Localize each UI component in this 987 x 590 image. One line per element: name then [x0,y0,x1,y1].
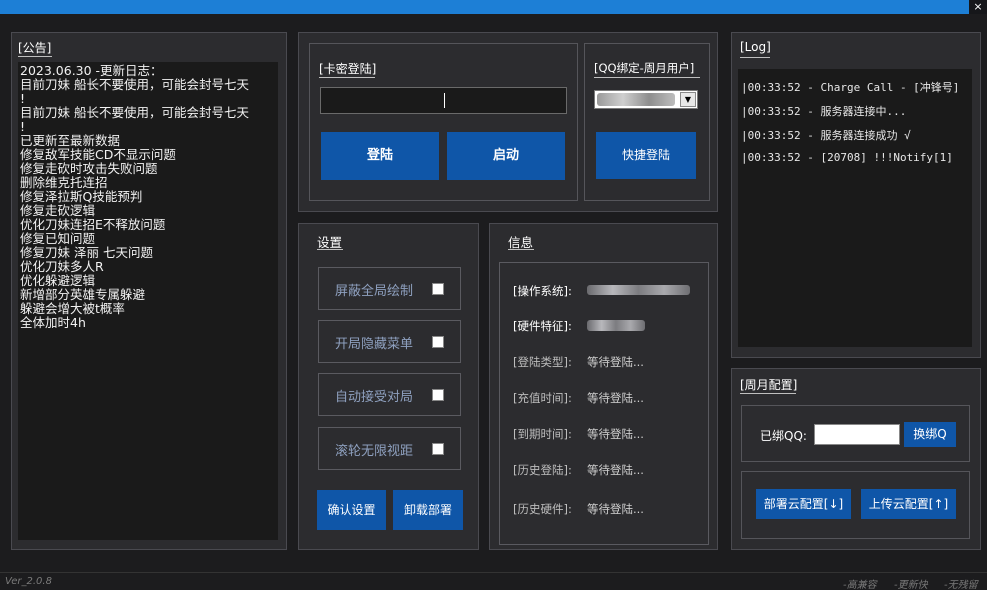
qq-bind-title-underline [594,77,700,78]
card-key-input[interactable] [320,87,567,114]
title-bar [0,0,987,14]
info-title-underline [508,249,534,250]
rebind-qq-button[interactable]: 换绑Q [904,422,956,447]
announcement-line: 删除维克托连招 [20,176,108,190]
card-login-title: [卡密登陆] [319,62,377,76]
announcement-line: 躲避会增大被t概率 [20,302,125,316]
announcement-line: 修复走砍逻辑 [20,204,96,218]
announcement-line: ! [20,120,26,134]
announcement-line: 优化躲避逻辑 [20,274,96,288]
monthly-config-title: [周月配置] [740,378,798,392]
close-button[interactable]: × [969,0,987,14]
qq-bind-title: [QQ绑定-周月用户] [594,61,695,75]
version-label: Ver_2.0.8 [5,576,52,587]
announcement-text[interactable]: 2023.06.30 -更新日志： 目前刀妹 船长不要使用，可能会封号七天! 目前刀… [18,62,278,540]
announcement-line: 修复刀妹 泽丽 七天问题 [20,246,153,260]
deploy-cloud-config-button[interactable]: 部署云配置[↓] [756,489,851,519]
announcement-title-underline [18,56,52,57]
settings-option[interactable]: 开局隐藏菜单 [318,320,461,363]
settings-option-label: 滚轮无限视距 [335,444,414,459]
bound-qq-input[interactable] [814,424,900,445]
announcement-line: 新增部分英雄专属躲避 [20,288,146,302]
settings-option-checkbox[interactable] [432,443,444,455]
log-line: |00:33:52 - [20708] !!!Notify[1] [741,151,953,164]
text-caret [444,93,445,108]
announcement-line: 修复走砍时攻击失败问题 [20,162,158,176]
uninstall-button[interactable]: 卸载部署 [393,490,463,530]
info-value: 等待登陆... [587,463,644,477]
log-line: |00:33:52 - 服务器连接中... [741,105,907,118]
announcement-line: 全体加时4h [20,316,86,330]
settings-option[interactable]: 屏蔽全局绘制 [318,267,461,310]
info-label: [硬件特征]: [513,319,572,333]
card-login-title-underline [319,77,375,78]
settings-option[interactable]: 滚轮无限视距 [318,427,461,470]
announcement-line: 修复已知问题 [20,232,96,246]
info-value: 等待登陆... [587,391,644,405]
announcement-line: 修复敌军技能CD不显示问题 [20,148,176,162]
settings-option-checkbox[interactable] [432,389,444,401]
log-title: [Log] [740,40,771,54]
settings-option-label: 屏蔽全局绘制 [335,284,414,299]
announcement-line: 目前刀妹 船长不要使用，可能会封号七天 [20,106,249,120]
settings-option-checkbox[interactable] [432,283,444,295]
announcement-line: 优化刀妹连招E不释放问题 [20,218,166,232]
login-button[interactable]: 登陆 [321,132,439,180]
announcement-line: 2023.06.30 -更新日志： [20,64,163,78]
info-value: 等待登陆... [587,427,644,441]
info-label: [历史硬件]: [513,502,572,516]
announcement-line: 目前刀妹 船长不要使用，可能会封号七天 [20,78,249,92]
announcement-line: 已更新至最新数据 [20,134,121,148]
settings-title-underline [317,249,343,250]
upload-cloud-config-button[interactable]: 上传云配置[↑] [861,489,956,519]
tag-fast-update: -更新快 [894,580,928,590]
tag-no-residue: -无残留 [944,580,978,590]
info-label: [操作系统]: [513,284,572,298]
qq-account-blurred [597,93,675,106]
info-label: [充值时间]: [513,391,572,405]
settings-option-checkbox[interactable] [432,336,444,348]
announcement-line: ! [20,92,26,106]
announcement-line: 修复泽拉斯Q技能预判 [20,190,143,204]
qq-account-select[interactable]: ▼ [594,90,698,109]
status-bar: Ver_2.0.8 -高兼容 -更新快 -无残留 [0,572,987,590]
info-label: [到期时间]: [513,427,572,441]
log-line: |00:33:52 - 服务器连接成功 √ [741,129,911,142]
settings-option-label: 开局隐藏菜单 [335,337,414,352]
info-value: 等待登陆... [587,502,644,516]
hardware-value-blurred [587,320,645,331]
tag-compatible: -高兼容 [843,580,877,590]
log-line: |00:33:52 - Charge Call - [冲锋号] [741,81,960,94]
bound-qq-label: 已绑QQ: [760,429,807,443]
announcement-line: 优化刀妹多人R [20,260,104,274]
quick-login-button[interactable]: 快捷登陆 [596,132,696,179]
confirm-settings-button[interactable]: 确认设置 [317,490,386,530]
os-value-blurred [587,285,690,295]
announcement-title: [公告] [18,41,52,55]
info-label: [登陆类型]: [513,355,572,369]
log-title-underline [740,57,770,58]
log-output[interactable]: |00:33:52 - Charge Call - [冲锋号] |00:33:52… [738,69,972,347]
monthly-config-title-underline [740,393,796,394]
chevron-down-icon[interactable]: ▼ [680,92,696,107]
settings-option-label: 自动接受对局 [335,390,414,405]
start-button[interactable]: 启动 [447,132,565,180]
settings-option[interactable]: 自动接受对局 [318,373,461,416]
info-label: [历史登陆]: [513,463,572,477]
info-value: 等待登陆... [587,355,644,369]
